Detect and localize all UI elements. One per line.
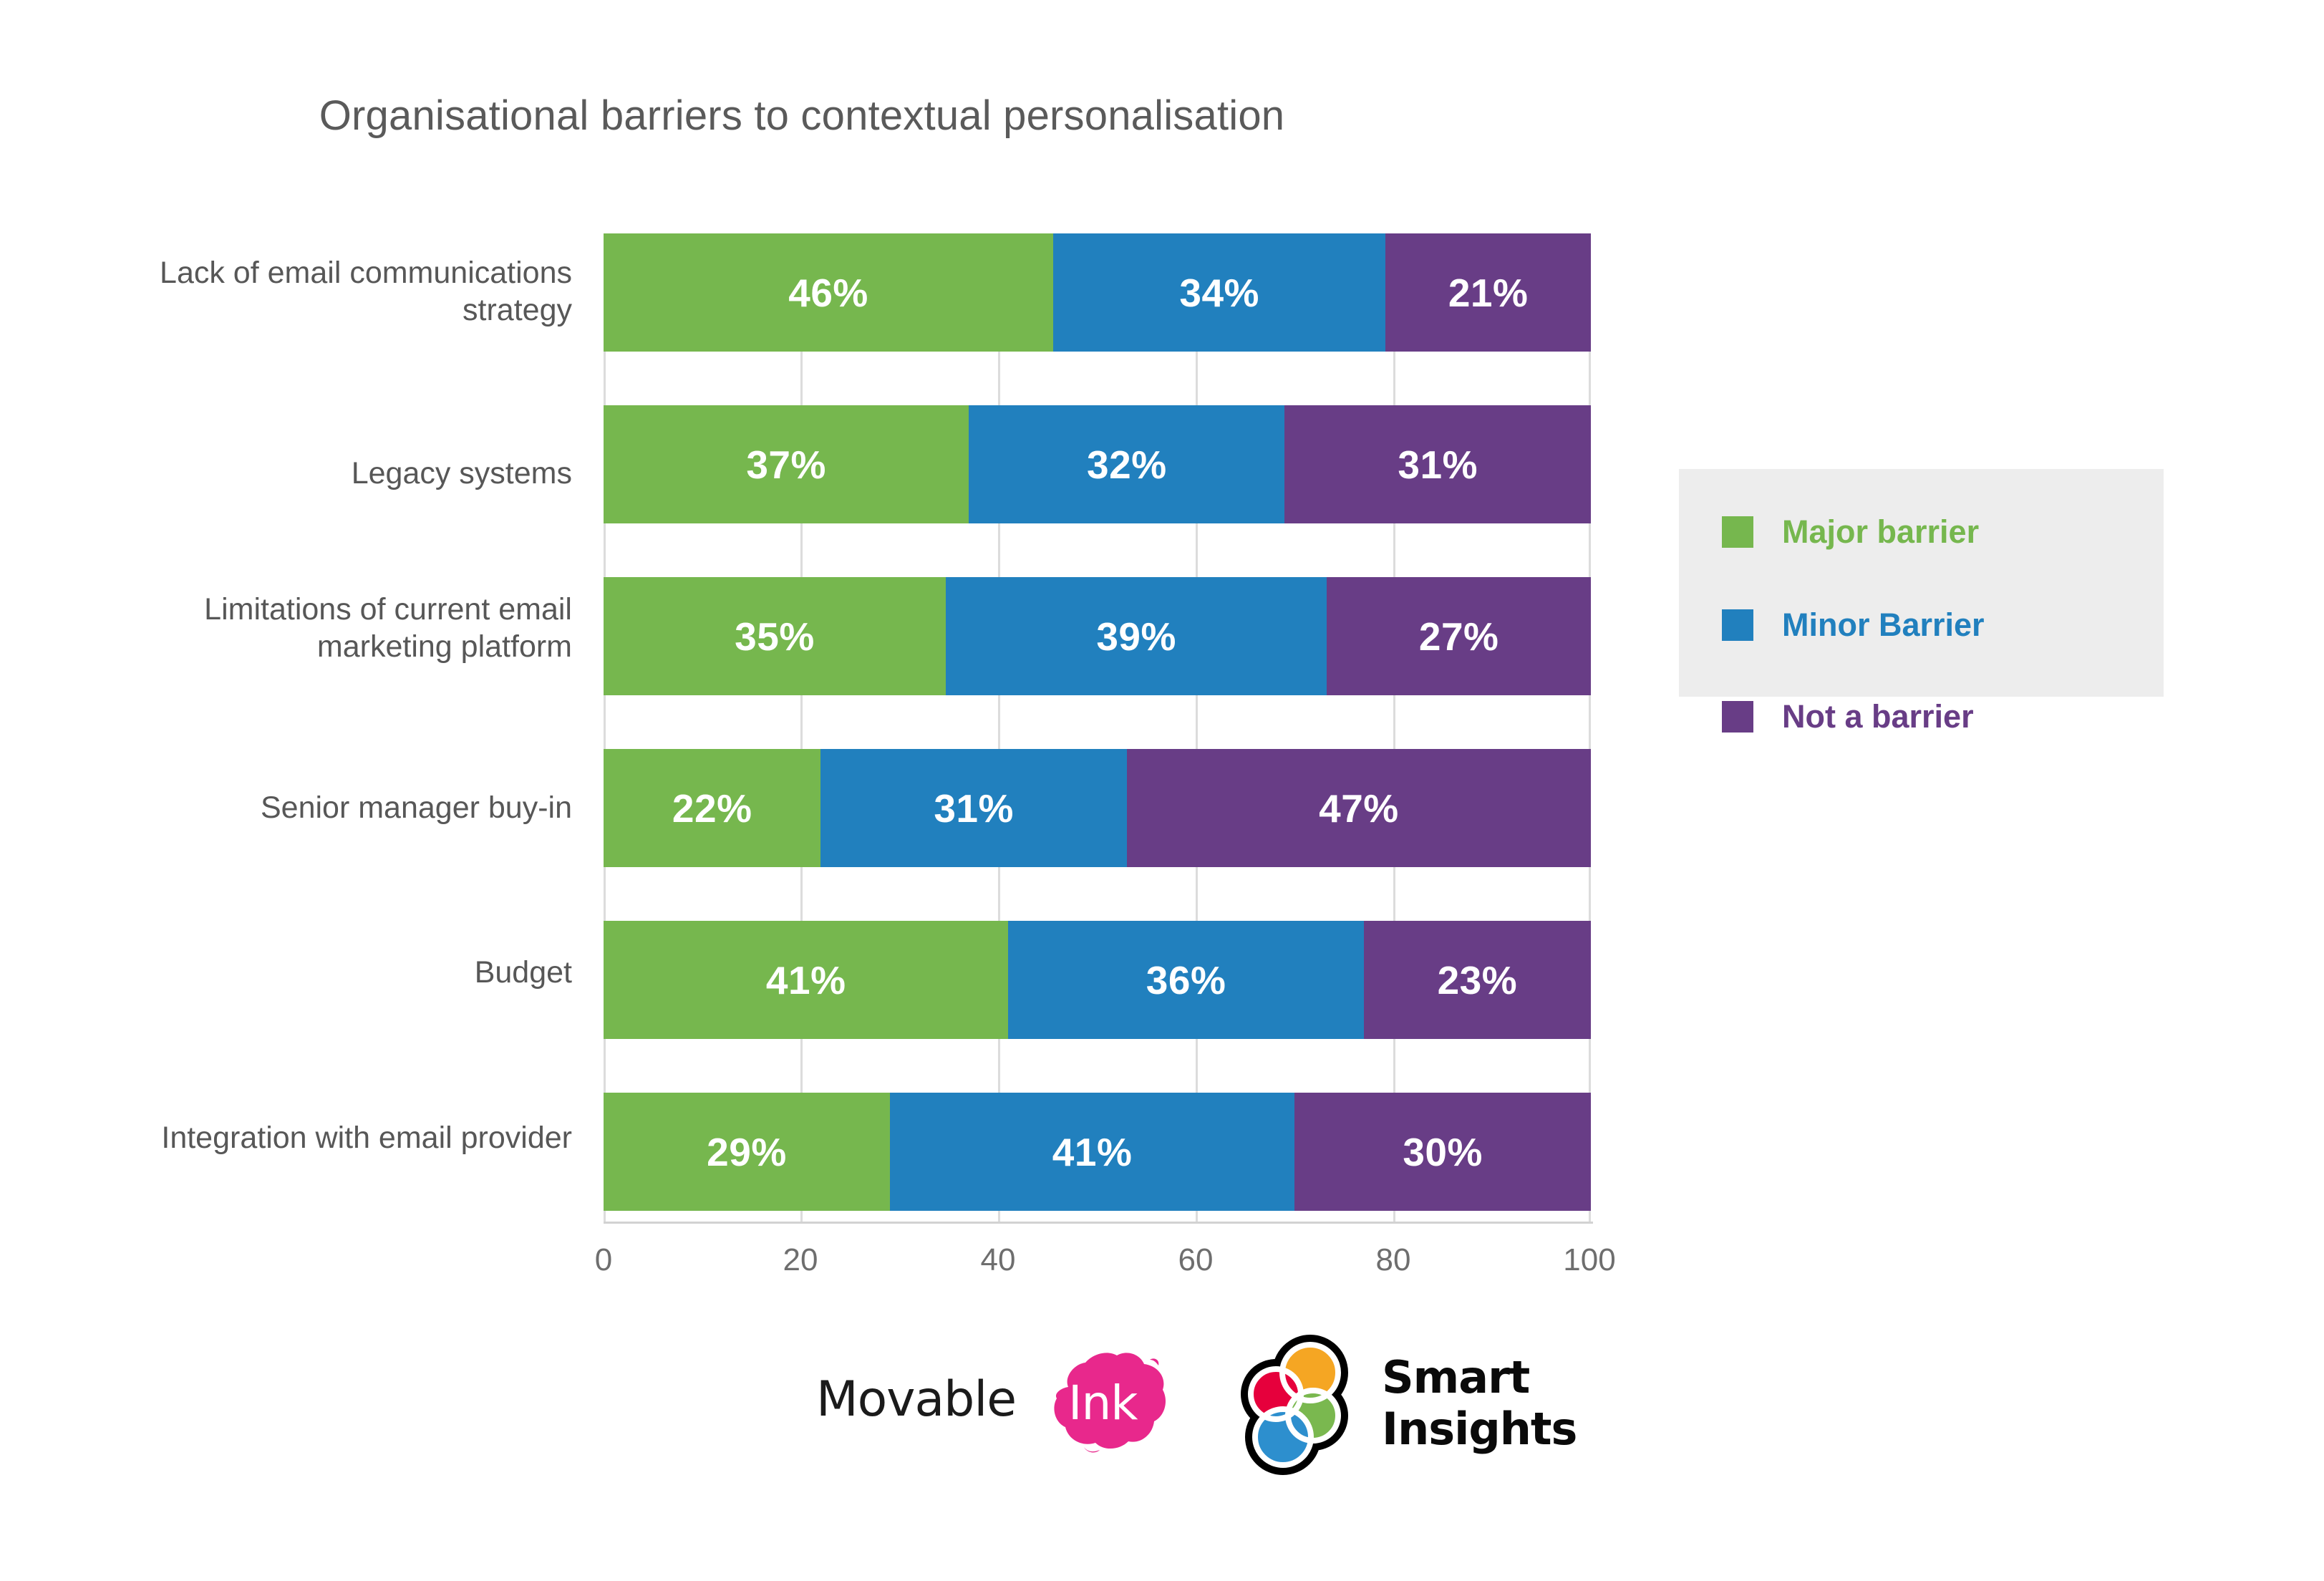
category-label-0: Lack of email communications strategy	[14, 254, 572, 329]
bar-value-label: 47%	[1319, 785, 1399, 831]
category-label-1: Legacy systems	[14, 455, 572, 492]
bar-segment-minor: 39%	[945, 577, 1327, 695]
category-label-2: Limitations of current email marketing p…	[14, 591, 572, 666]
legend-label-major-barrier: Major barrier	[1782, 513, 1980, 550]
footer-logos: Movable Ink Smart Insights	[816, 1328, 1577, 1479]
smart-insights-logo: Smart Insights	[1239, 1328, 1577, 1475]
bar-row-budget: 41% 36% 23%	[604, 921, 1591, 1039]
legend-item-minor-barrier[interactable]: Minor Barrier	[1722, 606, 1985, 644]
movable-ink-logo: Movable Ink	[816, 1348, 1174, 1456]
bar-value-label: 30%	[1403, 1129, 1483, 1174]
bar-value-label: 21%	[1448, 270, 1529, 315]
bar-segment-minor: 31%	[820, 749, 1127, 867]
x-tick-80: 80	[1375, 1242, 1411, 1277]
bar-value-label: 37%	[746, 442, 826, 487]
plot-area: 46% 34% 21% 37% 32% 31% 35% 39% 27% 22% 31% 47% …	[604, 233, 1591, 1222]
bar-value-label: 27%	[1418, 614, 1499, 659]
x-tick-60: 60	[1178, 1242, 1214, 1277]
movable-ink-wordmark: Movable	[816, 1371, 1017, 1428]
bar-segment-none: 27%	[1327, 577, 1591, 695]
gridline-80	[1393, 233, 1395, 1222]
gridline-60	[1196, 233, 1198, 1222]
x-tick-40: 40	[980, 1242, 1016, 1277]
chart-page: Organisational barriers to contextual pe…	[0, 0, 2324, 1581]
x-tick-0: 0	[594, 1242, 613, 1277]
bar-segment-minor: 41%	[889, 1093, 1295, 1211]
bar-value-label: 31%	[1398, 442, 1478, 487]
category-label-line: Senior manager buy-in	[260, 790, 572, 825]
category-label-5: Integration with email provider	[14, 1119, 572, 1156]
legend-item-not-a-barrier[interactable]: Not a barrier	[1722, 698, 1974, 735]
chart-title: Organisational barriers to contextual pe…	[319, 92, 1285, 139]
gridline-0	[604, 233, 606, 1222]
legend-label-not-a-barrier: Not a barrier	[1782, 698, 1974, 735]
bar-value-label: 29%	[707, 1129, 787, 1174]
bar-segment-none: 47%	[1126, 749, 1591, 867]
category-label-line: Legacy systems	[351, 456, 572, 490]
bar-segment-major: 37%	[604, 405, 969, 523]
bar-value-label: 22%	[672, 785, 752, 831]
bar-segment-major: 41%	[604, 921, 1009, 1039]
legend-label-minor-barrier: Minor Barrier	[1782, 606, 1985, 643]
bar-row-lack-of-email-communications-strategy: 46% 34% 21%	[604, 233, 1591, 352]
chart-legend: Major barrier Minor Barrier Not a barrie…	[1679, 469, 2164, 735]
bar-segment-major: 46%	[604, 233, 1054, 352]
bar-segment-minor: 32%	[969, 405, 1285, 523]
bar-segment-minor: 36%	[1008, 921, 1364, 1039]
bar-row-integration-with-email-provider: 29% 41% 30%	[604, 1093, 1591, 1211]
x-tick-100: 100	[1563, 1242, 1616, 1277]
category-label-line: Limitations of current email	[204, 592, 572, 627]
bar-segment-none: 23%	[1363, 921, 1591, 1039]
movable-ink-ink-text: Ink	[1068, 1375, 1138, 1431]
bar-value-label: 41%	[765, 957, 846, 1002]
x-axis-baseline	[604, 1222, 1593, 1224]
legend-swatch-major-barrier	[1722, 516, 1753, 548]
smart-insights-wordmark-line2: Insights	[1382, 1403, 1577, 1455]
category-label-line: marketing platform	[316, 629, 572, 664]
category-label-line: Budget	[474, 955, 572, 990]
legend-swatch-not-a-barrier	[1722, 701, 1753, 733]
bar-segment-none: 21%	[1385, 233, 1591, 352]
category-label-line: strategy	[463, 293, 572, 328]
bar-segment-major: 35%	[604, 577, 946, 695]
bar-segment-none: 31%	[1284, 405, 1591, 523]
bar-row-senior-manager-buy-in: 22% 31% 47%	[604, 749, 1591, 867]
x-tick-20: 20	[783, 1242, 818, 1277]
bar-segment-major: 22%	[604, 749, 821, 867]
gridline-40	[998, 233, 1000, 1222]
gridline-100	[1589, 233, 1591, 1222]
bar-value-label: 23%	[1437, 957, 1518, 1002]
gridline-20	[800, 233, 803, 1222]
bar-segment-minor: 34%	[1053, 233, 1386, 352]
bar-row-limitations-of-current-email-marketing-platform: 35% 39% 27%	[604, 577, 1591, 695]
smart-insights-wordmark-line1: Smart	[1382, 1351, 1530, 1403]
category-label-line: Integration with email provider	[161, 1121, 572, 1155]
bar-value-label: 32%	[1087, 442, 1167, 487]
bar-value-label: 46%	[788, 270, 868, 315]
bar-value-label: 36%	[1146, 957, 1226, 1002]
category-label-3: Senior manager buy-in	[14, 789, 572, 826]
bar-value-label: 34%	[1179, 270, 1259, 315]
smart-insights-mark-icon	[1241, 1335, 1348, 1475]
legend-swatch-minor-barrier	[1722, 609, 1753, 641]
bar-value-label: 35%	[735, 614, 815, 659]
legend-item-major-barrier[interactable]: Major barrier	[1722, 513, 1979, 551]
bar-segment-none: 30%	[1294, 1093, 1591, 1211]
category-label-4: Budget	[14, 954, 572, 991]
bar-value-label: 31%	[934, 785, 1014, 831]
bar-value-label: 39%	[1096, 614, 1176, 659]
category-label-line: Lack of email communications	[160, 256, 572, 290]
bar-row-legacy-systems: 37% 32% 31%	[604, 405, 1591, 523]
bar-value-label: 41%	[1052, 1129, 1133, 1174]
bar-segment-major: 29%	[604, 1093, 890, 1211]
